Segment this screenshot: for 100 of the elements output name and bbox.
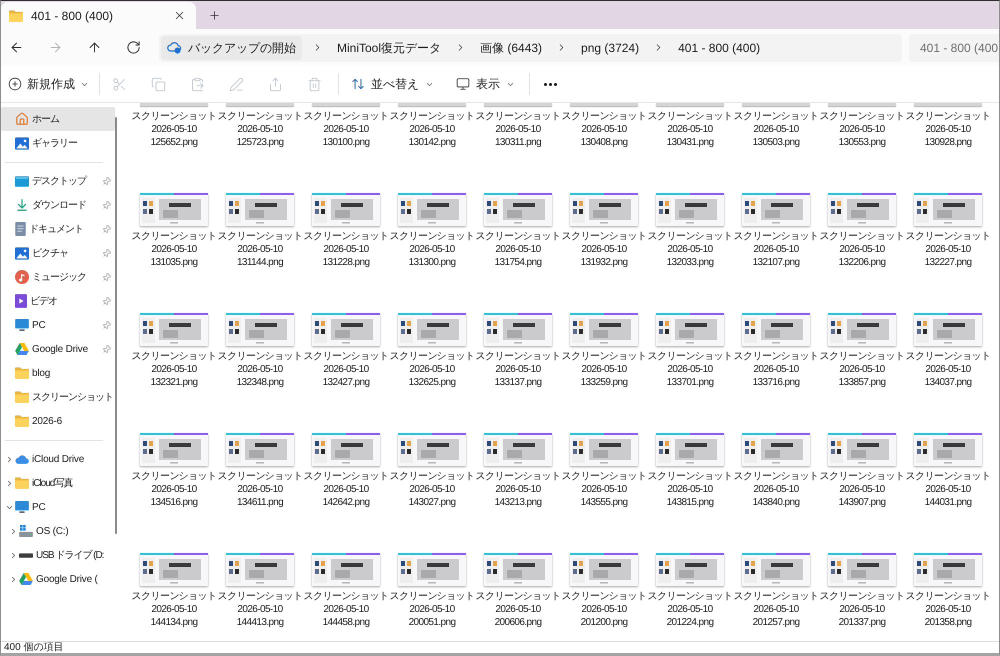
file-name[interactable]: スクリーンショット 2026-05-10 130553.png (819, 110, 905, 149)
file-name[interactable]: スクリーンショット 2026-05-10 201337.png (819, 590, 905, 629)
sidebar-item[interactable]: ビデオ (1, 289, 115, 313)
sidebar-item[interactable]: ダウンロード (1, 193, 115, 217)
file-name[interactable]: スクリーンショット 2026-05-10 143213.png (475, 470, 561, 509)
thumbnail-edge[interactable] (226, 103, 294, 106)
scrollbar-thumb[interactable] (115, 117, 117, 534)
file-name[interactable]: スクリーンショット 2026-05-10 132033.png (647, 230, 733, 269)
file-name[interactable]: スクリーンショット 2026-05-10 201358.png (905, 590, 991, 629)
thumbnail-edge[interactable] (570, 103, 638, 106)
thumbnail-edge[interactable] (914, 103, 982, 106)
thumbnail-drawing[interactable] (742, 553, 810, 586)
thumbnail-drawing[interactable] (914, 553, 982, 586)
new-button[interactable]: 新規作成 (4, 70, 93, 98)
backup-button[interactable]: バックアップの開始 (161, 36, 302, 60)
file-name[interactable]: スクリーンショット 2026-05-10 201257.png (733, 590, 819, 629)
file-name[interactable]: スクリーンショット 2026-05-10 132107.png (733, 230, 819, 269)
thumbnail-drawing[interactable] (398, 433, 466, 466)
sort-button[interactable]: 並べ替え (347, 70, 438, 98)
file-name[interactable]: スクリーンショット 2026-05-10 133716.png (733, 350, 819, 389)
file-name[interactable]: スクリーンショット 2026-05-10 130311.png (475, 110, 561, 149)
file-name[interactable]: スクリーンショット 2026-05-10 132427.png (303, 350, 389, 389)
thumbnail-drawing[interactable] (570, 313, 638, 346)
file-name[interactable]: スクリーンショット 2026-05-10 130408.png (561, 110, 647, 149)
file-name[interactable]: スクリーンショット 2026-05-10 143027.png (389, 470, 475, 509)
thumbnail-edge[interactable] (312, 103, 380, 106)
file-name[interactable]: スクリーンショット 2026-05-10 131754.png (475, 230, 561, 269)
file-name[interactable]: スクリーンショット 2026-05-10 132348.png (217, 350, 303, 389)
file-name[interactable]: スクリーンショット 2026-05-10 134516.png (131, 470, 217, 509)
sidebar-item[interactable]: USB ドライブ (D: (1, 543, 115, 567)
file-name[interactable]: スクリーンショット 2026-05-10 131300.png (389, 230, 475, 269)
thumbnail-drawing[interactable] (656, 553, 724, 586)
thumbnail-drawing[interactable] (140, 193, 208, 226)
thumbnail-drawing[interactable] (484, 433, 552, 466)
sidebar-item[interactable]: ミュージック (1, 265, 115, 289)
file-name[interactable]: スクリーンショット 2026-05-10 143907.png (819, 470, 905, 509)
search-field[interactable]: 401 - 800 (400 (909, 34, 999, 62)
file-name[interactable]: スクリーンショット 2026-05-10 144413.png (217, 590, 303, 629)
file-name[interactable]: スクリーンショット 2026-05-10 130928.png (905, 110, 991, 149)
thumbnail-edge[interactable] (140, 103, 208, 106)
sidebar-item[interactable]: blog (1, 361, 115, 385)
thumbnail-drawing[interactable] (140, 313, 208, 346)
sidebar-item[interactable]: ギャラリー (1, 131, 115, 155)
thumbnail-edge[interactable] (828, 103, 896, 106)
file-name[interactable]: スクリーンショット 2026-05-10 130431.png (647, 110, 733, 149)
thumbnail-edge[interactable] (484, 103, 552, 106)
thumbnail-drawing[interactable] (312, 553, 380, 586)
file-name[interactable]: スクリーンショット 2026-05-10 201200.png (561, 590, 647, 629)
file-name[interactable]: スクリーンショット 2026-05-10 143555.png (561, 470, 647, 509)
thumbnail-drawing[interactable] (484, 193, 552, 226)
sidebar-item[interactable]: PC (1, 495, 115, 519)
thumbnail-drawing[interactable] (226, 553, 294, 586)
thumbnail-drawing[interactable] (398, 313, 466, 346)
thumbnail-drawing[interactable] (656, 313, 724, 346)
file-name[interactable]: スクリーンショット 2026-05-10 200051.png (389, 590, 475, 629)
thumbnail-drawing[interactable] (914, 193, 982, 226)
thumbnail-drawing[interactable] (742, 313, 810, 346)
thumbnail-drawing[interactable] (656, 433, 724, 466)
thumbnail-drawing[interactable] (828, 433, 896, 466)
view-button[interactable]: 表示 (452, 70, 519, 98)
file-name[interactable]: スクリーンショット 2026-05-10 132206.png (819, 230, 905, 269)
file-name[interactable]: スクリーンショット 2026-05-10 134611.png (217, 470, 303, 509)
sidebar-item[interactable]: Google Drive ( (1, 567, 115, 591)
file-name[interactable]: スクリーンショット 2026-05-10 133857.png (819, 350, 905, 389)
sidebar-item[interactable]: iCloud写真 (1, 471, 115, 495)
thumbnail-drawing[interactable] (312, 433, 380, 466)
sidebar-item[interactable]: ドキュメント (1, 217, 115, 241)
sidebar-item[interactable]: ホーム (1, 107, 115, 131)
thumbnail-drawing[interactable] (226, 193, 294, 226)
thumbnail-edge[interactable] (742, 103, 810, 106)
file-name[interactable]: スクリーンショット 2026-05-10 125652.png (131, 110, 217, 149)
file-name[interactable]: スクリーンショット 2026-05-10 142642.png (303, 470, 389, 509)
thumbnail-edge[interactable] (398, 103, 466, 106)
file-name[interactable]: スクリーンショット 2026-05-10 133137.png (475, 350, 561, 389)
thumbnail-drawing[interactable] (742, 193, 810, 226)
file-name[interactable]: スクリーンショット 2026-05-10 131035.png (131, 230, 217, 269)
sidebar-item[interactable]: ピクチャ (1, 241, 115, 265)
file-name[interactable]: スクリーンショット 2026-05-10 133701.png (647, 350, 733, 389)
breadcrumb-item[interactable]: 401 - 800 (400) (674, 38, 764, 56)
file-name[interactable]: スクリーンショット 2026-05-10 130503.png (733, 110, 819, 149)
file-name[interactable]: スクリーンショット 2026-05-10 131932.png (561, 230, 647, 269)
close-icon[interactable] (173, 9, 186, 22)
thumbnail-drawing[interactable] (570, 433, 638, 466)
thumbnail-drawing[interactable] (570, 193, 638, 226)
address-bar[interactable]: バックアップの開始 MiniTool復元データ 画像 (6443) png (3724) 401 - 800 (400) (159, 34, 902, 62)
sidebar-item[interactable]: Google Drive (1, 337, 115, 361)
breadcrumb-item[interactable]: MiniTool復元データ (333, 38, 446, 56)
file-name[interactable]: スクリーンショット 2026-05-10 130142.png (389, 110, 475, 149)
file-name[interactable]: スクリーンショット 2026-05-10 200606.png (475, 590, 561, 629)
file-name[interactable]: スクリーンショット 2026-05-10 133259.png (561, 350, 647, 389)
file-name[interactable]: スクリーンショット 2026-05-10 131228.png (303, 230, 389, 269)
file-name[interactable]: スクリーンショット 2026-05-10 144134.png (131, 590, 217, 629)
file-name[interactable]: スクリーンショット 2026-05-10 132625.png (389, 350, 475, 389)
thumbnail-drawing[interactable] (484, 313, 552, 346)
thumbnail-drawing[interactable] (312, 313, 380, 346)
thumbnail-drawing[interactable] (140, 553, 208, 586)
thumbnail-drawing[interactable] (656, 193, 724, 226)
file-name[interactable]: スクリーンショット 2026-05-10 143840.png (733, 470, 819, 509)
file-name[interactable]: スクリーンショット 2026-05-10 201224.png (647, 590, 733, 629)
file-name[interactable]: スクリーンショット 2026-05-10 143815.png (647, 470, 733, 509)
